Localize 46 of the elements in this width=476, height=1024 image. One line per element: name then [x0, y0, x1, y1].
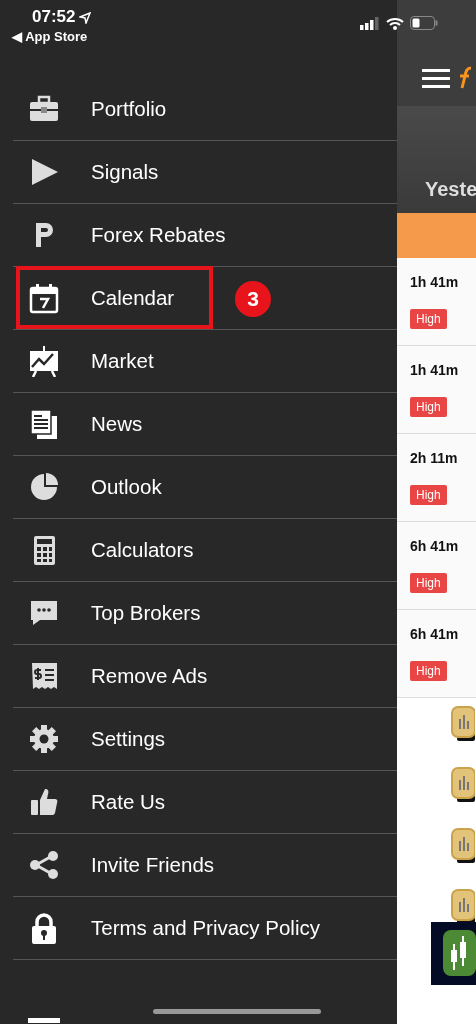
bar-icon	[28, 1018, 60, 1023]
pie-chart-icon	[28, 471, 60, 503]
thumbs-up-icon	[28, 786, 60, 818]
cellular-signal-icon	[360, 16, 380, 30]
settings-icon	[28, 723, 60, 755]
menu-icon[interactable]	[422, 69, 450, 89]
calendar-icon	[28, 282, 60, 314]
location-arrow-icon	[79, 11, 92, 24]
menu-item[interactable]: Market	[91, 345, 154, 377]
menu-item[interactable]: Signals	[91, 156, 159, 188]
event-row[interactable]: 1h 41m High	[397, 258, 476, 346]
event-row[interactable]: 6h 41m High	[397, 522, 476, 610]
day-heading: Yeste	[425, 178, 476, 200]
step-number-badge: 3	[235, 281, 271, 317]
menu-item[interactable]: Top Brokers	[91, 597, 201, 629]
time-remaining: 2h 11m	[410, 450, 458, 466]
wifi-icon	[386, 16, 404, 30]
menu-item[interactable]: Portfolio	[91, 93, 167, 125]
time-remaining: 6h 41m	[410, 538, 459, 554]
share-icon	[28, 849, 60, 881]
impact-badge: High	[410, 485, 447, 505]
event-row[interactable]: 1h 41m High	[397, 346, 476, 434]
menu-item[interactable]: Invite Friends	[91, 849, 215, 881]
menu-item[interactable]: Terms and Privacy Policy	[91, 912, 320, 944]
menu-item[interactable]: Calculators	[91, 534, 194, 566]
time-remaining: 6h 41m	[410, 626, 459, 642]
menu-item[interactable]: Rate Us	[91, 786, 166, 818]
menu-item[interactable]: Forex Rebates	[91, 219, 226, 251]
menu-item[interactable]: Remove Ads	[91, 660, 208, 692]
impact-badge: High	[410, 661, 447, 681]
menu-item[interactable]: Calendar	[91, 282, 175, 314]
clock-time: 07:52	[32, 7, 76, 26]
time-remaining: 1h 41m	[410, 362, 459, 378]
chart-easel-icon	[28, 345, 60, 377]
event-row[interactable]: 6h 41m High	[397, 610, 476, 698]
impact-badge: High	[410, 573, 447, 593]
battery-icon	[410, 16, 438, 30]
back-to-app-store-link[interactable]: ◀ App Store	[12, 28, 92, 46]
menu-item[interactable]: News	[91, 408, 143, 440]
impact-badge: High	[410, 309, 447, 329]
menu-item[interactable]: Outlook	[91, 471, 162, 503]
time-remaining: 1h 41m	[410, 274, 459, 290]
menu-item[interactable]: Settings	[91, 723, 166, 755]
document-icon	[28, 408, 60, 440]
event-row[interactable]: 2h 11m High	[397, 434, 476, 522]
impact-badge: High	[410, 397, 447, 417]
